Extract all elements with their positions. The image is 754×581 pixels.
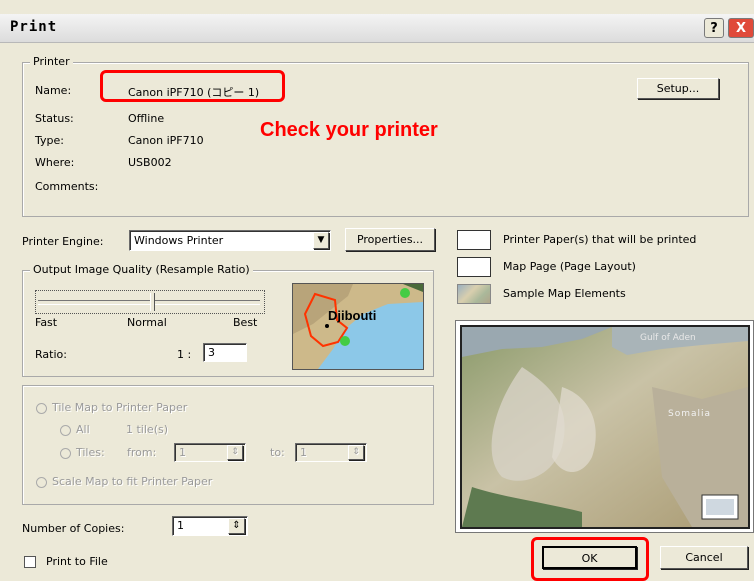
tiles-to-input[interactable]: 1 ⇕ (295, 443, 367, 462)
tile-map-label: Tile Map to Printer Paper (52, 401, 188, 414)
copies-input[interactable]: 1 ⇕ (172, 516, 248, 536)
comments-label: Comments: (35, 180, 99, 193)
ratio-prefix: 1 : (177, 348, 192, 361)
where-value: USB002 (128, 156, 172, 169)
preview-somalia-label: Somalia (668, 409, 712, 419)
help-icon: ? (710, 21, 718, 36)
setup-button-label: Setup... (656, 82, 700, 95)
type-label: Type: (35, 134, 64, 147)
tiles-from-input[interactable]: 1 ⇕ (174, 443, 246, 462)
where-label: Where: (35, 156, 75, 169)
properties-button-label: Properties... (356, 233, 424, 246)
ethiopia-region-map (462, 327, 748, 527)
printer-name-highlight (100, 70, 285, 102)
all-tiles-radio[interactable] (60, 425, 71, 436)
cancel-button-label: Cancel (685, 551, 723, 564)
close-button[interactable]: X (728, 18, 754, 38)
tiles-range-radio[interactable] (60, 448, 71, 459)
properties-button[interactable]: Properties... (345, 228, 435, 251)
slider-thumb[interactable] (150, 293, 155, 311)
tiles-to-value: 1 (300, 446, 307, 459)
print-preview-map: Gulf of Aden Somalia (460, 325, 750, 529)
slider-best-label: Best (233, 316, 258, 329)
copies-label: Number of Copies: (22, 522, 125, 535)
status-label: Status: (35, 112, 74, 125)
copies-stepper[interactable]: ⇕ (228, 518, 245, 534)
print-preview-page: Gulf of Aden Somalia (455, 320, 754, 533)
printer-name-label: Name: (35, 84, 72, 97)
printer-group-label: Printer (30, 55, 73, 68)
djibouti-label: Djibouti (328, 308, 377, 323)
printer-engine-value: Windows Printer (134, 234, 224, 247)
quality-preview-thumbnail: Djibouti (292, 283, 424, 370)
paper-legend-swatch (457, 230, 491, 250)
all-tiles-label: All (76, 423, 90, 436)
print-dialog: Print ? X Printer Name: Canon iPF710 (コピ… (0, 0, 754, 581)
chevron-down-icon[interactable]: ▼ (313, 232, 329, 249)
type-value: Canon iPF710 (128, 134, 204, 147)
elements-legend-swatch (457, 284, 491, 304)
title-bar: Print ? X (0, 14, 754, 43)
tiles-range-label: Tiles: (76, 446, 105, 459)
help-button[interactable]: ? (704, 18, 724, 38)
ratio-input[interactable]: 3 (203, 343, 247, 362)
scale-map-radio[interactable] (36, 477, 47, 488)
tiles-from-value: 1 (179, 446, 186, 459)
ok-button-highlight (531, 537, 649, 581)
preview-gulf-label: Gulf of Aden (640, 333, 696, 343)
page-legend-swatch (457, 257, 491, 277)
quality-group-label: Output Image Quality (Resample Ratio) (30, 263, 253, 276)
all-tiles-count: 1 tile(s) (126, 423, 169, 436)
tiles-from-label: from: (127, 446, 157, 459)
setup-button[interactable]: Setup... (637, 78, 719, 99)
elements-legend-label: Sample Map Elements (503, 287, 626, 300)
scale-map-label: Scale Map to fit Printer Paper (52, 475, 213, 488)
resample-slider[interactable] (35, 290, 265, 314)
slider-fast-label: Fast (35, 316, 58, 329)
status-value: Offline (128, 112, 165, 125)
check-printer-annotation: Check your printer (260, 119, 438, 141)
close-icon: X (735, 21, 747, 36)
tiles-to-stepper[interactable]: ⇕ (348, 445, 364, 460)
paper-legend-label: Printer Paper(s) that will be printed (503, 233, 697, 246)
ratio-label: Ratio: (35, 348, 67, 361)
window-title: Print (10, 19, 58, 35)
tile-map-radio[interactable] (36, 403, 47, 414)
print-to-file-label: Print to File (46, 555, 108, 568)
tiles-from-stepper[interactable]: ⇕ (227, 445, 243, 460)
page-legend-label: Map Page (Page Layout) (503, 260, 636, 273)
ratio-value: 3 (208, 346, 215, 359)
cancel-button[interactable]: Cancel (660, 546, 748, 569)
print-to-file-checkbox[interactable] (24, 556, 36, 568)
djibouti-map-thumbnail (293, 284, 423, 369)
copies-value: 1 (177, 519, 184, 532)
printer-engine-label: Printer Engine: (22, 235, 104, 248)
slider-track (38, 300, 260, 305)
printer-engine-select[interactable]: Windows Printer ▼ (129, 230, 331, 251)
tiles-to-label: to: (270, 446, 285, 459)
slider-normal-label: Normal (127, 316, 167, 329)
